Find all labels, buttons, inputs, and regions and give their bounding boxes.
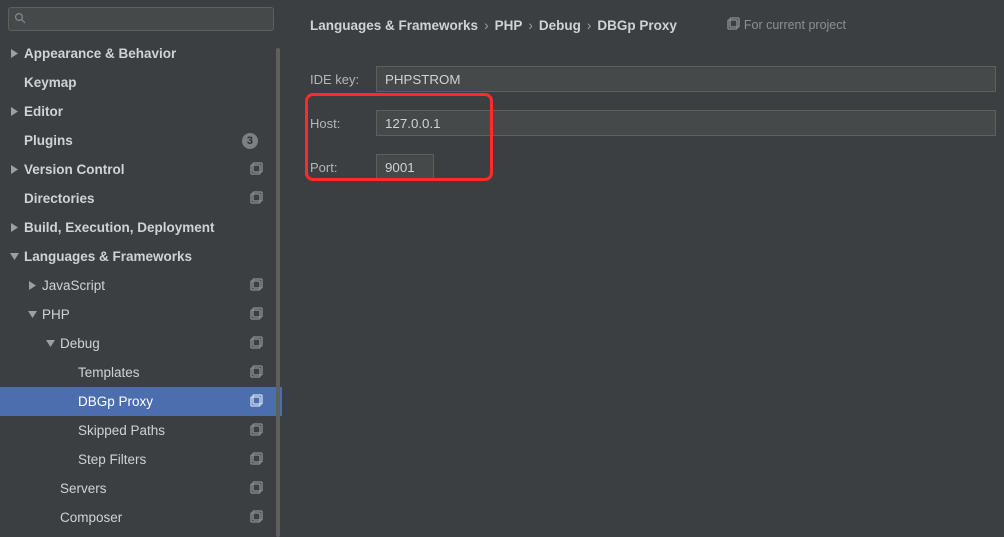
settings-tree: Appearance & Behavior Keymap Editor Plugins… xyxy=(0,39,282,537)
sidebar-item-label: Composer xyxy=(60,510,250,525)
sidebar-item-js[interactable]: JavaScript xyxy=(0,271,282,300)
expand-right-icon[interactable] xyxy=(10,49,24,58)
sidebar-item-label: DBGp Proxy xyxy=(78,394,250,409)
breadcrumb: Languages & Frameworks › PHP › Debug › DBGp Pr… xyxy=(310,17,1004,33)
breadcrumb-sep: › xyxy=(484,18,489,33)
breadcrumb-item[interactable]: Languages & Frameworks xyxy=(310,18,478,33)
project-scope-icon xyxy=(250,452,264,468)
sidebar-item-label: PHP xyxy=(42,307,250,322)
sidebar-item-lang[interactable]: Languages & Frameworks xyxy=(0,242,282,271)
search-box xyxy=(8,7,274,31)
dbgp-form: IDE key: Host: Port: xyxy=(310,57,1004,189)
breadcrumb-item[interactable]: DBGp Proxy xyxy=(597,18,677,33)
expand-right-icon[interactable] xyxy=(10,223,24,232)
label-ide-key: IDE key: xyxy=(310,72,376,87)
sidebar-item-keymap[interactable]: Keymap xyxy=(0,68,282,97)
row-ide-key: IDE key: xyxy=(310,57,1004,101)
sidebar-item-label: Appearance & Behavior xyxy=(24,46,264,61)
project-scope-icon xyxy=(727,17,740,33)
expand-right-icon[interactable] xyxy=(10,165,24,174)
sidebar-item-label: Languages & Frameworks xyxy=(24,249,264,264)
input-host[interactable] xyxy=(376,110,996,136)
sidebar-item-label: Skipped Paths xyxy=(78,423,250,438)
sidebar-item-editor[interactable]: Editor xyxy=(0,97,282,126)
expand-down-icon[interactable] xyxy=(46,339,60,348)
project-scope-icon xyxy=(250,162,264,178)
sidebar-item-plugins[interactable]: Plugins3 xyxy=(0,126,282,155)
sidebar-item-build[interactable]: Build, Execution, Deployment xyxy=(0,213,282,242)
expand-right-icon[interactable] xyxy=(28,281,42,290)
search-wrap xyxy=(0,0,282,39)
project-scope-icon xyxy=(250,481,264,497)
expand-down-icon[interactable] xyxy=(10,252,24,261)
sidebar-item-appearance[interactable]: Appearance & Behavior xyxy=(0,39,282,68)
project-scope-icon xyxy=(250,510,264,526)
sidebar-item-label: Servers xyxy=(60,481,250,496)
row-host: Host: xyxy=(310,101,1004,145)
sidebar-item-step[interactable]: Step Filters xyxy=(0,445,282,474)
sidebar-item-php[interactable]: PHP xyxy=(0,300,282,329)
sidebar-item-skip[interactable]: Skipped Paths xyxy=(0,416,282,445)
expand-right-icon[interactable] xyxy=(10,107,24,116)
badge-count: 3 xyxy=(242,133,258,149)
expand-down-icon[interactable] xyxy=(28,310,42,319)
project-scope-icon xyxy=(250,191,264,207)
sidebar-item-label: Templates xyxy=(78,365,250,380)
sidebar-item-templates[interactable]: Templates xyxy=(0,358,282,387)
sidebar-item-composer[interactable]: Composer xyxy=(0,503,282,532)
input-port[interactable] xyxy=(376,154,434,180)
sidebar-item-label: Plugins xyxy=(24,133,242,148)
sidebar-item-dbgp[interactable]: DBGp Proxy xyxy=(0,387,282,416)
breadcrumb-item[interactable]: PHP xyxy=(495,18,523,33)
settings-sidebar: Appearance & Behavior Keymap Editor Plugins… xyxy=(0,0,282,537)
sidebar-item-label: JavaScript xyxy=(42,278,250,293)
breadcrumb-sep: › xyxy=(587,18,592,33)
project-scope-icon xyxy=(250,307,264,323)
project-scope-icon xyxy=(250,365,264,381)
breadcrumb-item[interactable]: Debug xyxy=(539,18,581,33)
settings-main: Languages & Frameworks › PHP › Debug › DBGp Pr… xyxy=(282,0,1004,537)
sidebar-item-vcs[interactable]: Version Control xyxy=(0,155,282,184)
sidebar-item-dirs[interactable]: Directories xyxy=(0,184,282,213)
sidebar-item-label: Keymap xyxy=(24,75,264,90)
sidebar-item-label: Editor xyxy=(24,104,264,119)
project-scope-icon xyxy=(250,423,264,439)
sidebar-item-label: Build, Execution, Deployment xyxy=(24,220,264,235)
breadcrumb-sep: › xyxy=(528,18,533,33)
sidebar-item-label: Directories xyxy=(24,191,250,206)
project-scope-icon xyxy=(250,394,264,410)
project-scope-icon xyxy=(250,278,264,294)
sidebar-item-label: Step Filters xyxy=(78,452,250,467)
search-input[interactable] xyxy=(8,7,274,31)
sidebar-item-label: Version Control xyxy=(24,162,250,177)
row-port: Port: xyxy=(310,145,1004,189)
label-port: Port: xyxy=(310,160,376,175)
sidebar-item-debug[interactable]: Debug xyxy=(0,329,282,358)
for-current-project-text: For current project xyxy=(744,18,846,32)
label-host: Host: xyxy=(310,116,376,131)
input-ide-key[interactable] xyxy=(376,66,996,92)
for-current-project-label: For current project xyxy=(727,17,846,33)
project-scope-icon xyxy=(250,336,264,352)
sidebar-item-servers[interactable]: Servers xyxy=(0,474,282,503)
sidebar-item-label: Debug xyxy=(60,336,250,351)
